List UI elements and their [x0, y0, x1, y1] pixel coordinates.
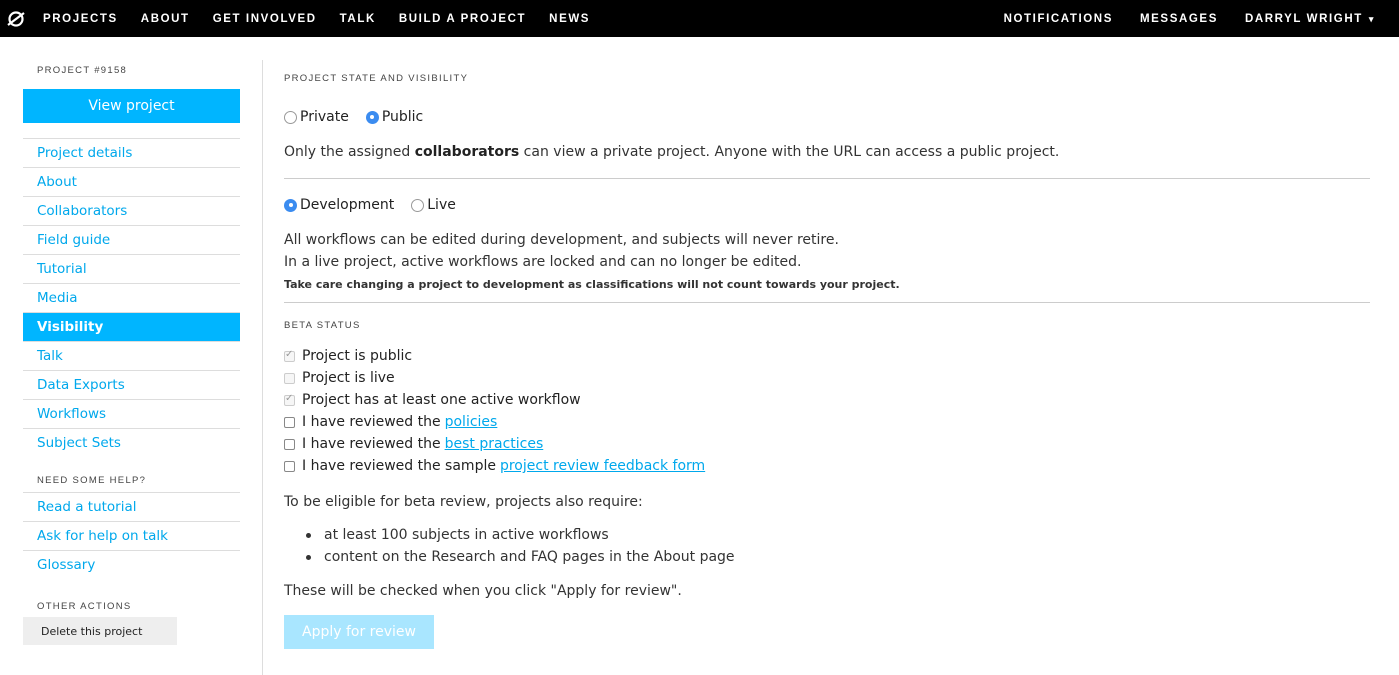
sidebar: Project #9158 View project Project detai…: [23, 37, 240, 645]
beta-checklist: Project is public Project is live Projec…: [284, 345, 1370, 477]
help-item-read-tutorial[interactable]: Read a tutorial: [23, 492, 240, 521]
visibility-description: Only the assigned collaborators can view…: [284, 144, 1060, 160]
status-description: All workflows can be edited during devel…: [284, 229, 1370, 273]
sidebar-item-about[interactable]: About: [23, 167, 240, 196]
main-content: Project state and visibility Private Pub…: [284, 37, 1370, 649]
sidebar-item-field-guide[interactable]: Field guide: [23, 225, 240, 254]
checkbox-reviewed-best-practices[interactable]: [284, 438, 295, 450]
nav-left: Projects About Get Involved Talk Build a…: [43, 13, 613, 25]
bullet-icon: [306, 532, 311, 538]
checked-note: These will be checked when you click "Ap…: [284, 583, 682, 599]
user-name: Darryl Wright: [1244, 12, 1363, 25]
sidebar-item-tutorial[interactable]: Tutorial: [23, 254, 240, 283]
project-id: Project #9158: [37, 65, 128, 76]
collaborators-emphasis: collaborators: [414, 144, 520, 160]
nav-projects[interactable]: Projects: [43, 13, 118, 25]
state-heading: Project state and visibility: [284, 73, 469, 84]
private-label: Private: [300, 109, 349, 125]
sidebar-item-data-exports[interactable]: Data Exports: [23, 370, 240, 399]
private-radio[interactable]: [284, 110, 297, 124]
nav-notifications[interactable]: Notifications: [1004, 13, 1113, 25]
check-reviewed-policies: I have reviewed the policies: [284, 411, 1370, 433]
sidebar-item-workflows[interactable]: Workflows: [23, 399, 240, 428]
help-item-glossary[interactable]: Glossary: [23, 550, 240, 579]
nav-get-involved[interactable]: Get Involved: [213, 13, 317, 25]
status-desc-line1: All workflows can be edited during devel…: [284, 232, 839, 248]
help-list: Read a tutorial Ask for help on talk Glo…: [23, 492, 240, 579]
vertical-divider: [262, 60, 263, 675]
live-option[interactable]: Live: [411, 197, 456, 213]
divider: [284, 178, 1370, 179]
requirements-list: at least 100 subjects in active workflow…: [284, 524, 1370, 568]
nav-right: Notifications Messages Darryl Wright ▾: [977, 13, 1375, 25]
sidebar-item-talk[interactable]: Talk: [23, 341, 240, 370]
sidebar-item-subject-sets[interactable]: Subject Sets: [23, 428, 240, 457]
help-heading: Need some help?: [37, 475, 147, 486]
help-item-ask-on-talk[interactable]: Ask for help on talk: [23, 521, 240, 550]
sidebar-nav: Project details About Collaborators Fiel…: [23, 138, 240, 457]
development-option[interactable]: Development: [284, 197, 394, 213]
development-label: Development: [300, 197, 395, 213]
checkbox-project-public: [284, 349, 295, 362]
status-radio-group: Development Live: [284, 197, 1370, 213]
check-project-live: Project is live: [284, 367, 1370, 389]
requirements-intro: To be eligible for beta review, projects…: [284, 494, 643, 510]
check-reviewed-feedback-form: I have reviewed the sample project revie…: [284, 455, 1370, 477]
nav-messages[interactable]: Messages: [1140, 13, 1218, 25]
development-radio[interactable]: [284, 198, 297, 212]
nav-talk[interactable]: Talk: [340, 13, 376, 25]
nav-news[interactable]: News: [549, 13, 590, 25]
check-active-workflow: Project has at least one active workflow: [284, 389, 1370, 411]
feedback-form-link[interactable]: project review feedback form: [500, 458, 705, 474]
list-item: at least 100 subjects in active workflow…: [306, 524, 1370, 546]
divider: [284, 302, 1370, 303]
view-project-button[interactable]: View project: [23, 89, 240, 123]
status-desc-line2: In a live project, active workflows are …: [284, 254, 802, 270]
sidebar-item-collaborators[interactable]: Collaborators: [23, 196, 240, 225]
status-warning: Take care changing a project to developm…: [284, 278, 900, 291]
apply-for-review-button[interactable]: Apply for review: [284, 615, 434, 649]
checkbox-project-live: [284, 372, 295, 384]
beta-heading: Beta status: [284, 320, 361, 331]
live-label: Live: [427, 197, 456, 213]
public-radio[interactable]: [365, 110, 379, 124]
sidebar-item-visibility[interactable]: Visibility: [23, 312, 240, 341]
policies-link[interactable]: policies: [445, 414, 498, 430]
list-item: content on the Research and FAQ pages in…: [306, 546, 1370, 568]
live-radio[interactable]: [411, 198, 425, 212]
check-reviewed-best-practices: I have reviewed the best practices: [284, 433, 1370, 455]
checkbox-reviewed-feedback-form[interactable]: [284, 460, 295, 472]
top-nav: Projects About Get Involved Talk Build a…: [0, 0, 1399, 37]
delete-project-button[interactable]: Delete this project: [23, 617, 177, 645]
private-option[interactable]: Private: [284, 109, 349, 125]
public-label: Public: [381, 109, 424, 125]
checkbox-active-workflow: [284, 393, 295, 406]
best-practices-link[interactable]: best practices: [445, 436, 544, 452]
sidebar-item-project-details[interactable]: Project details: [23, 138, 240, 167]
nav-build-a-project[interactable]: Build a Project: [399, 13, 526, 25]
other-actions-heading: Other actions: [37, 601, 132, 612]
public-option[interactable]: Public: [365, 109, 424, 125]
visibility-radio-group: Private Public: [284, 109, 1370, 125]
user-menu[interactable]: Darryl Wright ▾: [1245, 13, 1375, 25]
check-project-public: Project is public: [284, 345, 1370, 367]
nav-about[interactable]: About: [141, 13, 190, 25]
sidebar-item-media[interactable]: Media: [23, 283, 240, 312]
checkbox-reviewed-policies[interactable]: [284, 416, 295, 428]
zooniverse-logo-icon[interactable]: [2, 0, 29, 37]
chevron-down-icon: ▾: [1368, 13, 1375, 24]
bullet-icon: [306, 554, 311, 560]
